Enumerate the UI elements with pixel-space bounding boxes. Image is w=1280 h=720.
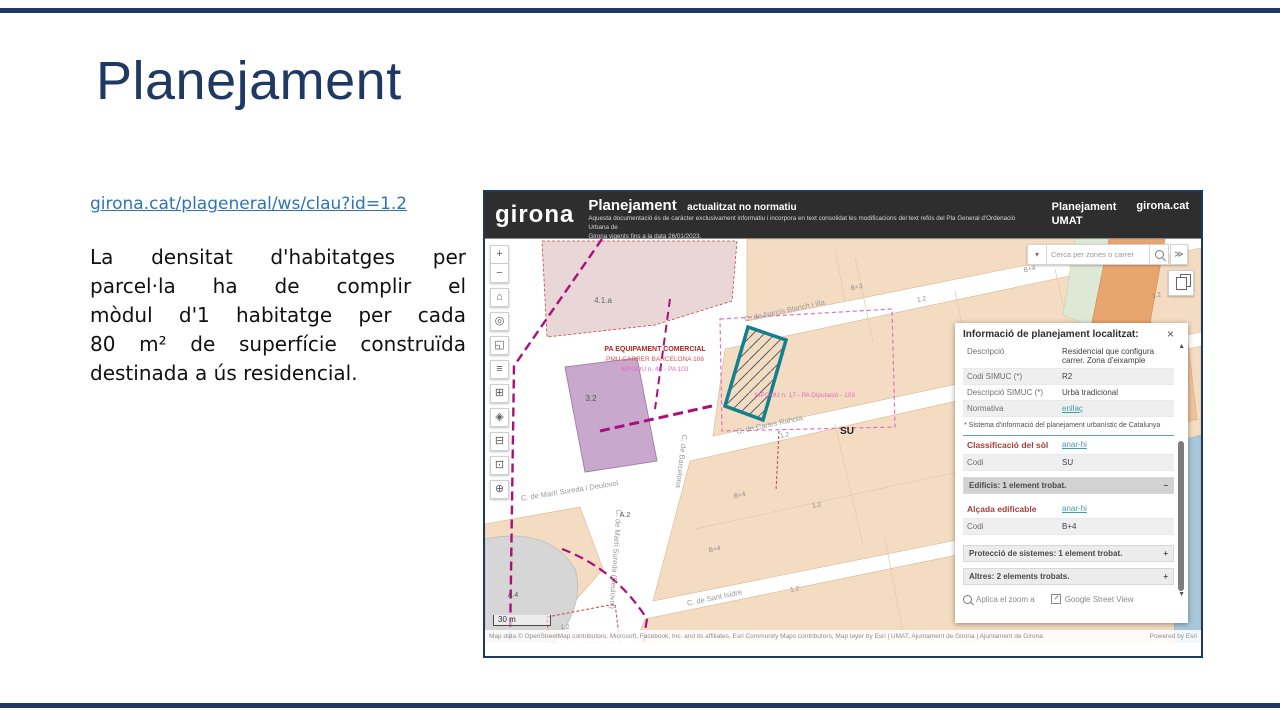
panel-title: Informació de planejament localitzat: xyxy=(963,329,1139,340)
legend-button[interactable]: ≡ xyxy=(490,360,509,379)
header-right-links: Planejament UMAT girona.cat xyxy=(1052,200,1189,229)
app-title: Planejament xyxy=(588,197,676,214)
girona-url-link[interactable]: girona.cat/plageneral/ws/clau?id=1.2 xyxy=(90,194,407,214)
panel-row: Descripció Residencial que configura car… xyxy=(963,344,1174,369)
search-expand-button[interactable]: ≫ xyxy=(1170,244,1188,265)
map-attribution: Map data © OpenStreetMap contributors, M… xyxy=(485,630,1201,643)
home-button[interactable]: ⌂ xyxy=(490,288,509,307)
mpgou-label: MPGOU n. 17 - PA Diputació - 103 xyxy=(755,392,855,399)
panel-footer: Aplica el zoom a Google Street View xyxy=(963,594,1174,604)
section-proteccio[interactable]: Protecció de sistemes: 1 element trobat.… xyxy=(963,545,1174,562)
search-source-dropdown[interactable]: ▾ xyxy=(1027,244,1047,265)
panel-row: Codi SU xyxy=(963,455,1174,471)
expand-icon: + xyxy=(1163,572,1168,581)
panel-row: Codi B+4 xyxy=(963,519,1174,535)
anar-hi-link[interactable]: anar-hi xyxy=(1062,504,1087,514)
map-toolbar: + − ⌂ ◎ ◱ ≡ ⊞ ◈ ⊟ ⊡ ⊕ xyxy=(490,245,509,499)
parcel-code: 1.2 xyxy=(917,295,928,304)
zoom-out-button[interactable]: − xyxy=(490,264,509,283)
scroll-up-icon[interactable]: ▲ xyxy=(1178,343,1185,350)
search-icon[interactable] xyxy=(1149,244,1169,265)
apply-zoom-action[interactable]: Aplica el zoom a xyxy=(963,595,1035,604)
header-app-name[interactable]: Planejament xyxy=(1052,200,1117,214)
presentation-slide: Planejament girona.cat/plageneral/ws/cla… xyxy=(0,0,1280,720)
zone-label: 4.1.a xyxy=(594,296,612,305)
group-heading: Alçada edificable anar-hi xyxy=(963,500,1174,519)
print-button[interactable]: ⊟ xyxy=(490,432,509,451)
street-label: C. de Martí Sureda (Deulovol) xyxy=(607,509,623,610)
girona-logo: girona xyxy=(495,201,574,229)
basemap-gallery-button[interactable]: ⊞ xyxy=(490,384,509,403)
zone-label: A.4 xyxy=(508,592,519,599)
scroll-down-icon[interactable]: ▼ xyxy=(1178,591,1185,598)
header-site-link[interactable]: girona.cat xyxy=(1136,200,1189,229)
pa-label: PA EQUIPAMENT COMERCIAL xyxy=(604,346,706,353)
simuc-footnote: * Sistema d'informació del planejament u… xyxy=(964,422,1174,429)
body-line: La densitat d'habitatges per xyxy=(90,243,466,272)
collapse-icon: − xyxy=(1163,481,1168,490)
pan-button[interactable]: ⊕ xyxy=(490,480,509,499)
close-icon[interactable]: × xyxy=(1167,329,1174,339)
pa-label: PMU CARRER BARCELONA 106 xyxy=(606,356,704,363)
pa-label: MPGOU n. 46 - PA 103 xyxy=(621,366,688,373)
measure-button[interactable]: ⊡ xyxy=(490,456,509,475)
section-altres[interactable]: Altres: 2 elements trobats. + xyxy=(963,568,1174,585)
app-title-suffix: actualitzat no normatiu xyxy=(687,202,796,213)
zoom-icon xyxy=(963,595,972,604)
powered-by-esri: Powered by Esri xyxy=(1150,633,1197,640)
app-header: girona Planejament actualitzat no normat… xyxy=(485,192,1201,239)
map-canvas[interactable]: C. de Narcís Blanch i Illa C. de Carles … xyxy=(485,239,1201,643)
street-view-action[interactable]: Google Street View xyxy=(1051,594,1134,604)
bottom-accent-bar xyxy=(0,703,1280,708)
external-link-icon xyxy=(1051,594,1061,604)
panel-row: Normativa enllaç xyxy=(963,401,1174,417)
anar-hi-link[interactable]: anar-hi xyxy=(1062,440,1087,450)
panel-row: Descripció SIMUC (*) Urbà tradicional xyxy=(963,385,1174,401)
body-line: 80 m² de superfície construïda xyxy=(90,330,466,359)
map-application-window: girona Planejament actualitzat no normat… xyxy=(483,190,1203,658)
zoom-in-button[interactable]: + xyxy=(490,245,509,264)
body-line: destinada a ús residencial. xyxy=(90,359,466,388)
normativa-link[interactable]: enllaç xyxy=(1062,404,1083,413)
section-edificis[interactable]: Edificis: 1 element trobat. − xyxy=(963,477,1174,494)
search-bar: ▾ ≫ xyxy=(1027,244,1188,265)
body-line: mòdul d'1 habitatge per cada xyxy=(90,301,466,330)
pages-icon xyxy=(1176,277,1187,290)
body-line: parcel·la ha de complir el xyxy=(90,272,466,301)
map-scale-bar: 30 m xyxy=(493,615,551,626)
layers-button[interactable]: ◈ xyxy=(490,408,509,427)
header-org-name: UMAT xyxy=(1052,214,1117,228)
parcel-code: B+4 xyxy=(1023,265,1036,274)
zone-label: 3.2 xyxy=(585,394,597,403)
street-label: C. de Martí Sureda i Deulovol xyxy=(520,478,619,502)
page-title: Planejament xyxy=(96,50,402,112)
panel-row: Codi SIMUC (*) R2 xyxy=(963,369,1174,385)
panel-scrollbar[interactable] xyxy=(1178,441,1184,591)
top-accent-bar xyxy=(0,8,1280,13)
fullscreen-button[interactable]: ◱ xyxy=(490,336,509,355)
group-heading: Classificació del sòl anar-hi xyxy=(963,435,1174,455)
expand-icon: + xyxy=(1163,549,1168,558)
planning-info-panel: Informació de planejament localitzat: × … xyxy=(955,323,1188,623)
overview-map-button[interactable] xyxy=(1168,270,1194,296)
zone-label: A.2 xyxy=(620,512,631,519)
search-input[interactable] xyxy=(1047,244,1149,265)
su-label: SU xyxy=(840,426,854,437)
body-paragraph: La densitat d'habitatges per parcel·la h… xyxy=(90,243,466,388)
locate-button[interactable]: ◎ xyxy=(490,312,509,331)
